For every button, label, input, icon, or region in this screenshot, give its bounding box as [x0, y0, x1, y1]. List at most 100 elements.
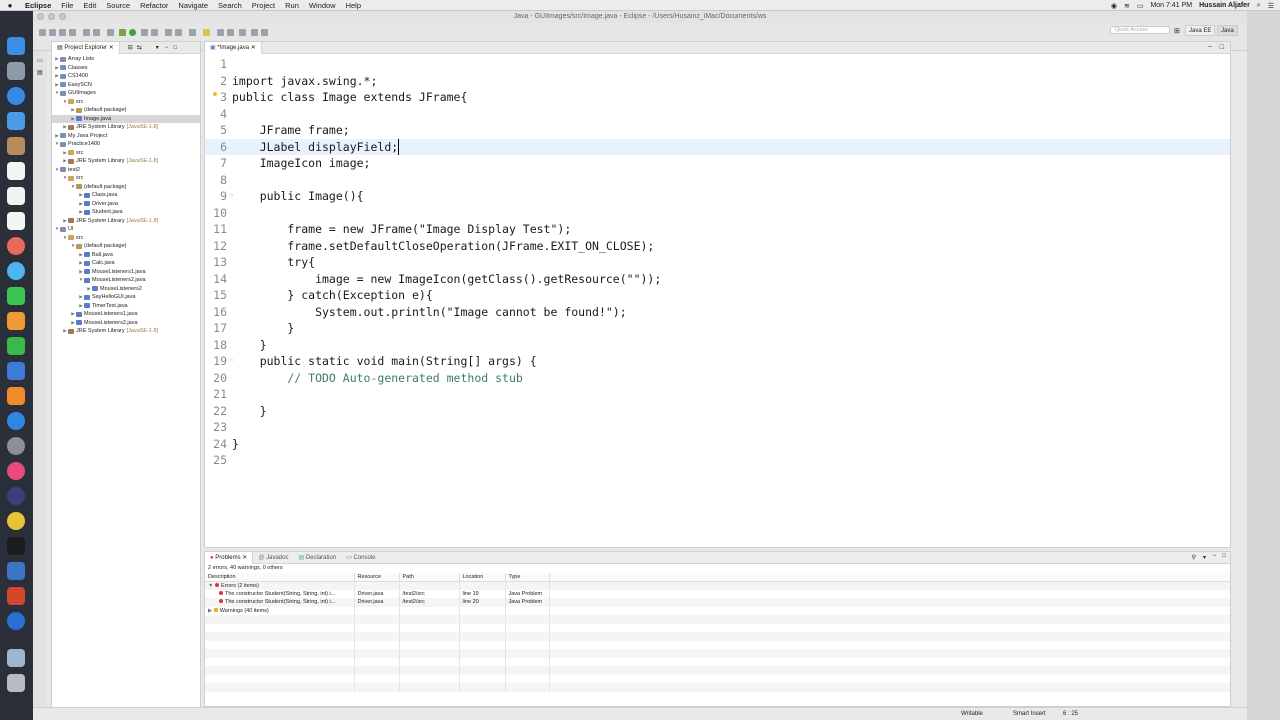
- menu-help[interactable]: Help: [341, 1, 366, 10]
- safari-icon[interactable]: [7, 87, 25, 105]
- code-line[interactable]: 20 // TODO Auto-generated method stub: [205, 370, 1230, 387]
- perspective-java[interactable]: Java: [1217, 25, 1238, 36]
- code-line[interactable]: 1: [205, 56, 1230, 73]
- tree-item[interactable]: ▶ Driver.java: [52, 200, 200, 209]
- open-perspective-icon[interactable]: ⊞: [1174, 27, 1180, 35]
- tree-item[interactable]: ▶ EasySCN: [52, 81, 200, 90]
- minimize-editor-icon[interactable]: −: [1208, 44, 1212, 51]
- menu-refactor[interactable]: Refactor: [135, 1, 173, 10]
- maximize-view-icon[interactable]: □: [1222, 553, 1226, 559]
- warnings-group-row[interactable]: ▶ Warnings (40 items): [205, 606, 1230, 615]
- menu-edit[interactable]: Edit: [78, 1, 101, 10]
- app-store-icon[interactable]: [7, 412, 25, 430]
- powerpoint-icon[interactable]: [7, 587, 25, 605]
- eclipse-icon[interactable]: [7, 487, 25, 505]
- run-icon[interactable]: [129, 29, 136, 36]
- coverage-icon[interactable]: [141, 29, 148, 36]
- tab-problems[interactable]: ● Problems ✕: [205, 551, 254, 564]
- next-annotation-icon[interactable]: [217, 29, 224, 36]
- tree-item[interactable]: ▼ MouseListeners2.java: [52, 276, 200, 285]
- tree-item[interactable]: ▶ JRE System Library [JavaSE-1.8]: [52, 217, 200, 226]
- tree-item[interactable]: ▼ Practice1400: [52, 140, 200, 149]
- link-editor-icon[interactable]: ⇆: [137, 44, 142, 51]
- messages-icon[interactable]: [7, 262, 25, 280]
- tab-javadoc[interactable]: @ Javadoc: [253, 552, 293, 564]
- tree-item[interactable]: ▼ (default package): [52, 242, 200, 251]
- column-path[interactable]: Path: [399, 573, 460, 582]
- tree-item[interactable]: ▶ SayHelloGUI.java: [52, 293, 200, 302]
- wifi-icon[interactable]: ≋: [1124, 2, 1130, 10]
- finder-icon[interactable]: [7, 37, 25, 55]
- minimize-view-icon[interactable]: −: [165, 45, 169, 51]
- menu-navigate[interactable]: Navigate: [173, 1, 213, 10]
- ibooks-icon[interactable]: [7, 387, 25, 405]
- code-line[interactable]: 24}: [205, 436, 1230, 453]
- pages-icon[interactable]: [7, 312, 25, 330]
- close-tab-icon[interactable]: ✕: [251, 45, 256, 51]
- facetime-icon[interactable]: [7, 287, 25, 305]
- code-line[interactable]: 18 }: [205, 337, 1230, 354]
- build-icon[interactable]: [107, 29, 114, 36]
- code-line[interactable]: 3 public class Image extends JFrame{: [205, 89, 1230, 106]
- debug-icon[interactable]: [119, 29, 126, 36]
- tree-item[interactable]: ▼ test2: [52, 166, 200, 175]
- code-line[interactable]: 22 }: [205, 403, 1230, 420]
- maximize-view-icon[interactable]: □: [173, 45, 177, 51]
- perspective-java-ee[interactable]: Java EE: [1185, 25, 1216, 36]
- tab-declaration[interactable]: ▤ Declaration: [293, 552, 341, 564]
- zoom-window-button[interactable]: [59, 13, 66, 20]
- system-preferences-icon[interactable]: [7, 437, 25, 455]
- filters-icon[interactable]: ⚲: [1192, 554, 1196, 561]
- battery-icon[interactable]: ▭: [1137, 2, 1144, 10]
- minimize-window-button[interactable]: [48, 13, 55, 20]
- tree-item[interactable]: ▼ (default package): [52, 183, 200, 192]
- menu-source[interactable]: Source: [101, 1, 135, 10]
- notes-icon[interactable]: [7, 187, 25, 205]
- view-menu-icon[interactable]: ▾: [1203, 554, 1206, 561]
- spotlight-icon[interactable]: ⌕: [1257, 2, 1261, 10]
- photos-icon[interactable]: [7, 237, 25, 255]
- tree-item[interactable]: ▶ MouseListeners2.java: [52, 319, 200, 328]
- menu-file[interactable]: File: [56, 1, 78, 10]
- prev-annotation-icon[interactable]: [227, 29, 234, 36]
- code-line[interactable]: 17 }: [205, 320, 1230, 337]
- tree-item[interactable]: ▶ MouseListeners1.java: [52, 268, 200, 277]
- tree-item[interactable]: ▶ (default package): [52, 106, 200, 115]
- external-tools-icon[interactable]: [151, 29, 158, 36]
- expand-icon[interactable]: ▼: [208, 583, 215, 589]
- contacts-icon[interactable]: [7, 137, 25, 155]
- tree-item[interactable]: ▼ UI: [52, 225, 200, 234]
- code-line[interactable]: 10: [205, 205, 1230, 222]
- last-edit-icon[interactable]: [239, 29, 246, 36]
- code-line[interactable]: 25: [205, 452, 1230, 469]
- browser-icon[interactable]: [7, 612, 25, 630]
- code-line[interactable]: 6 JLabel displayField;: [205, 138, 1230, 155]
- code-line[interactable]: 2 import javax.swing.*;: [205, 73, 1230, 90]
- print-icon[interactable]: [69, 29, 76, 36]
- menu-run[interactable]: Run: [280, 1, 304, 10]
- code-line[interactable]: 16 System.out.println("Image cannot be f…: [205, 304, 1230, 321]
- tree-item[interactable]: ▼ src: [52, 174, 200, 183]
- code-line[interactable]: 21: [205, 386, 1230, 403]
- tree-item[interactable]: ▶ MouseListeners2: [52, 285, 200, 294]
- errors-group-row[interactable]: ▼ Errors (2 items): [205, 581, 1230, 590]
- user-name[interactable]: Hussain Aljafer: [1199, 2, 1250, 9]
- reminders-icon[interactable]: [7, 212, 25, 230]
- table-row[interactable]: The constructor Student(String, String, …: [205, 589, 1230, 598]
- tree-item[interactable]: ▶ JRE System Library [JavaSE-1.8]: [52, 157, 200, 166]
- record-icon[interactable]: ◉: [1111, 2, 1117, 10]
- clock[interactable]: Mon 7:41 PM: [1150, 2, 1192, 9]
- itunes-icon[interactable]: [7, 462, 25, 480]
- code-line[interactable]: 4: [205, 106, 1230, 123]
- tree-item[interactable]: ▶ Classes: [52, 64, 200, 73]
- menu-window[interactable]: Window: [304, 1, 341, 10]
- new-icon[interactable]: [39, 29, 46, 36]
- quick-access-input[interactable]: Quick Access: [1110, 26, 1170, 34]
- tree-item[interactable]: ▼ src: [52, 98, 200, 107]
- code-line[interactable]: 7 ImageIcon image;: [205, 155, 1230, 172]
- code-line[interactable]: 23: [205, 419, 1230, 436]
- code-line[interactable]: 12 frame.setDefaultCloseOperation(JFrame…: [205, 238, 1230, 255]
- forward-icon[interactable]: [261, 29, 268, 36]
- open-type-icon[interactable]: [93, 29, 100, 36]
- tree-item[interactable]: ▶ MouseListeners1.java: [52, 310, 200, 319]
